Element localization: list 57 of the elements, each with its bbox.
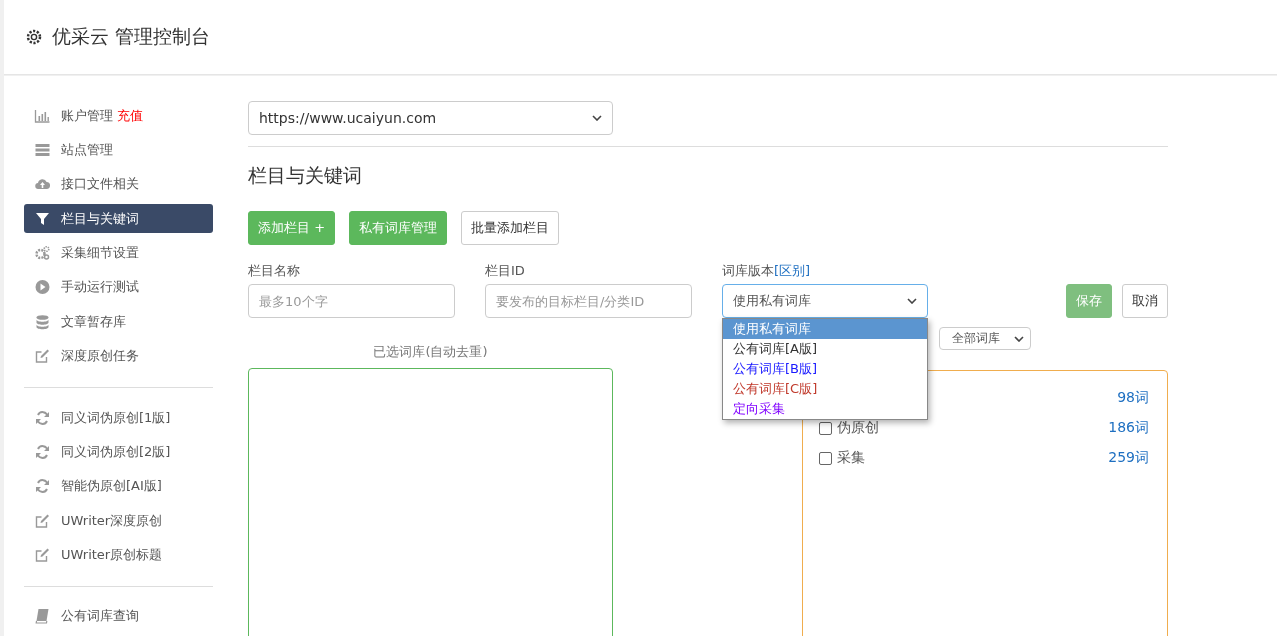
dropdown-option[interactable]: 公有词库[B版] bbox=[723, 359, 927, 379]
toolbar-button[interactable]: 批量添加栏目 bbox=[461, 211, 560, 245]
caret-icon bbox=[1014, 335, 1024, 342]
sidebar-item[interactable]: 采集细节设置 bbox=[24, 238, 213, 268]
word-count: 98词 bbox=[1117, 389, 1149, 407]
refresh-icon bbox=[34, 478, 51, 495]
library-name: 采集 bbox=[837, 449, 865, 467]
checkbox[interactable] bbox=[819, 421, 832, 435]
site-select[interactable]: https://www.ucaiyun.com bbox=[248, 101, 613, 135]
library-version-select[interactable]: 使用私有词库 bbox=[722, 284, 928, 318]
sidebar-item[interactable]: 同义词伪原创[2版] bbox=[24, 437, 213, 467]
edit-icon bbox=[34, 512, 51, 529]
play-icon bbox=[34, 279, 51, 296]
name-field[interactable]: 最多10个字 bbox=[248, 284, 455, 318]
sidebar-item[interactable]: 深度原创任务 bbox=[24, 341, 213, 371]
difference-link[interactable]: [区别] bbox=[774, 262, 811, 280]
sidebar-item[interactable]: 栏目与关键词 bbox=[24, 204, 213, 234]
sidebar-item[interactable]: 账户管理 充值 bbox=[24, 101, 213, 131]
edit-icon bbox=[34, 547, 51, 563]
refresh-icon bbox=[34, 443, 51, 460]
bar-chart-icon bbox=[34, 107, 51, 124]
word-count: 186词 bbox=[1108, 419, 1149, 437]
edit-icon bbox=[34, 348, 51, 365]
settings-icon bbox=[24, 27, 44, 47]
caret-icon bbox=[592, 115, 602, 121]
sidebar-item[interactable]: 文章暂存库 bbox=[24, 307, 213, 337]
checkbox[interactable] bbox=[819, 451, 832, 465]
field-label: 栏目名称 bbox=[248, 262, 301, 280]
section-heading: 栏目与关键词 bbox=[248, 163, 363, 188]
filter-icon bbox=[34, 210, 51, 227]
field-label: 栏目ID bbox=[485, 262, 526, 280]
sidebar-item[interactable]: 智能伪原创[AI版] bbox=[24, 471, 213, 501]
sidebar-item[interactable]: 手动运行测试 bbox=[24, 272, 213, 303]
sidebar-item[interactable]: 站点管理 bbox=[24, 135, 213, 165]
recharge-link[interactable]: 充值 bbox=[117, 106, 143, 125]
field-label: 词库版本 bbox=[722, 262, 774, 280]
sidebar-item[interactable]: 同义词伪原创[1版] bbox=[24, 402, 213, 433]
dropdown-option[interactable]: 定向采集 bbox=[723, 399, 927, 419]
id-field[interactable]: 要发布的目标栏目/分类ID bbox=[485, 284, 692, 318]
caret-icon bbox=[907, 298, 917, 304]
cancel-button[interactable]: 取消 bbox=[1122, 284, 1168, 318]
book-icon bbox=[34, 608, 51, 625]
library-name: 伪原创 bbox=[837, 419, 879, 437]
library-filter-select[interactable]: 全部词库 bbox=[939, 327, 1031, 350]
sidebar-item[interactable]: UWriter深度原创 bbox=[24, 505, 213, 536]
dropdown-option[interactable]: 公有词库[C版] bbox=[723, 379, 927, 399]
sidebar-item[interactable]: 公有词库查询 bbox=[24, 601, 213, 632]
database-icon bbox=[34, 313, 51, 330]
selected-libraries-title: 已选词库(自动去重) bbox=[373, 343, 488, 361]
gears-icon bbox=[34, 245, 51, 262]
sidebar-item[interactable]: 接口文件相关 bbox=[24, 169, 213, 200]
refresh-icon bbox=[34, 409, 51, 426]
sidebar-item[interactable]: UWriter原创标题 bbox=[24, 540, 213, 570]
console-title: 优采云 管理控制台 bbox=[52, 24, 211, 49]
dropdown-option[interactable]: 公有词库[A版] bbox=[723, 339, 927, 359]
server-icon bbox=[34, 142, 51, 159]
word-count: 259词 bbox=[1108, 449, 1149, 467]
